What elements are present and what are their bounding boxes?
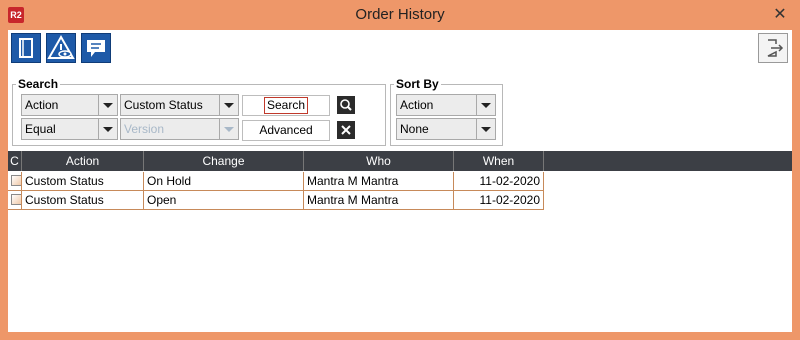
operator-combo[interactable]: Equal	[21, 118, 118, 140]
row-checkbox-cell[interactable]	[8, 172, 22, 191]
search-button[interactable]: Search	[242, 95, 330, 116]
row-checkbox[interactable]	[11, 194, 21, 205]
search-icon	[340, 99, 352, 111]
chevron-down-icon[interactable]	[476, 95, 495, 115]
column-header-who[interactable]: Who	[304, 151, 454, 171]
exit-icon	[767, 39, 784, 57]
order-history-window: R2 Order History ✕ Search Action Custom …	[0, 0, 800, 340]
change-cell: On Hold	[144, 172, 304, 191]
clear-icon	[341, 125, 351, 135]
version-value: Version	[124, 122, 165, 136]
action-cell: Custom Status	[22, 172, 144, 191]
operator-value: Equal	[25, 122, 56, 136]
book-button[interactable]	[11, 33, 41, 63]
who-cell: Mantra M Mantra	[304, 191, 454, 210]
comment-button[interactable]	[81, 33, 111, 63]
search-field-value: Action	[25, 98, 59, 112]
chevron-down-icon[interactable]	[98, 95, 117, 115]
sort-by-title: Sort By	[394, 77, 441, 91]
search-value-combo[interactable]: Custom Status	[120, 94, 239, 116]
search-field-combo[interactable]: Action	[21, 94, 118, 116]
change-cell: Open	[144, 191, 304, 210]
alert-view-button[interactable]	[46, 33, 76, 63]
column-header-action[interactable]: Action	[22, 151, 144, 171]
comment-icon	[87, 40, 105, 57]
search-button-label: Search	[263, 97, 309, 114]
title-bar: R2 Order History ✕	[0, 0, 800, 30]
sort-primary-combo[interactable]: Action	[396, 94, 496, 116]
version-combo: Version	[120, 118, 239, 140]
alert-eye-icon	[47, 34, 75, 59]
window-title: Order History	[355, 6, 445, 23]
order-history-grid: C Action Change Who When Custom Status O…	[8, 151, 792, 332]
clear-button[interactable]	[337, 121, 355, 139]
advanced-button[interactable]: Advanced	[242, 120, 330, 141]
close-icon[interactable]: ✕	[770, 5, 790, 25]
when-cell: 11-02-2020	[454, 191, 544, 210]
chevron-down-icon[interactable]	[476, 119, 495, 139]
who-cell: Mantra M Mantra	[304, 172, 454, 191]
sort-primary-value: Action	[400, 98, 434, 112]
search-value-value: Custom Status	[124, 98, 203, 112]
search-group-title: Search	[16, 77, 61, 91]
chevron-down-icon[interactable]	[219, 95, 238, 115]
sort-secondary-value: None	[400, 122, 429, 136]
row-checkbox-cell[interactable]	[8, 191, 22, 210]
action-cell: Custom Status	[22, 191, 144, 210]
column-header-change[interactable]: Change	[144, 151, 304, 171]
grid-header: C Action Change Who When	[8, 151, 792, 171]
when-cell: 11-02-2020	[454, 172, 544, 191]
sort-secondary-combo[interactable]: None	[396, 118, 496, 140]
chevron-down-icon[interactable]	[98, 119, 117, 139]
magnifier-button[interactable]	[337, 96, 355, 114]
row-checkbox[interactable]	[11, 175, 21, 186]
exit-button[interactable]	[758, 33, 788, 63]
client-area: Search Action Custom Status Search Equal…	[8, 30, 792, 332]
column-header-c[interactable]: C	[8, 151, 22, 171]
book-icon	[19, 38, 33, 58]
column-header-when[interactable]: When	[454, 151, 544, 171]
chevron-down-icon	[219, 119, 238, 139]
